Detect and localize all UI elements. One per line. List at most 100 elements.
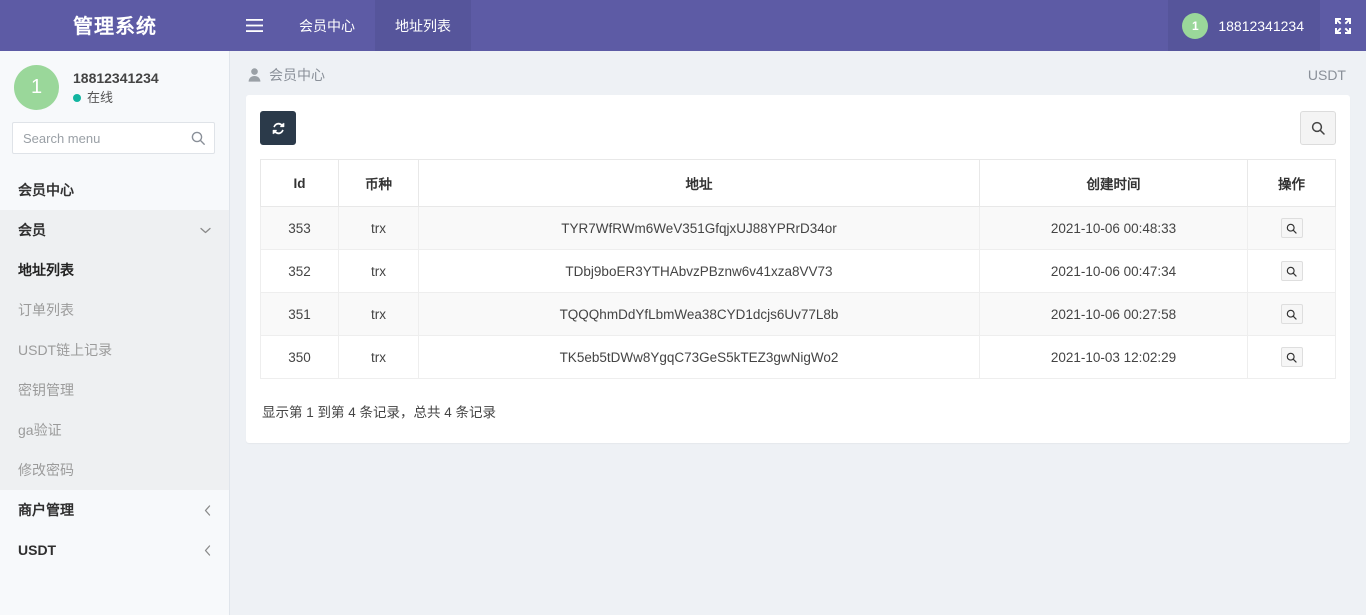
hamburger-icon (246, 19, 263, 32)
table-row: 352 trx TDbj9boER3YTHAbvzPBznw6v41xza8VV… (261, 250, 1336, 293)
sidebar-item-label: ga验证 (18, 421, 62, 439)
sidebar-item-label: USDT链上记录 (18, 341, 112, 359)
table-toolbar (260, 111, 1336, 145)
sidebar-item-label: 修改密码 (18, 461, 74, 479)
cell-id: 353 (261, 207, 339, 250)
breadcrumb-right-label: USDT (1308, 67, 1346, 83)
sidebar-user-status: 在线 (73, 89, 159, 107)
sidebar-group-label-merchant: 商户管理 (18, 501, 74, 519)
row-view-button[interactable] (1281, 261, 1303, 281)
row-view-button[interactable] (1281, 347, 1303, 367)
cell-id: 350 (261, 336, 339, 379)
row-view-button[interactable] (1281, 304, 1303, 324)
column-header-coin[interactable]: 币种 (339, 160, 419, 207)
sidebar-item-address-list[interactable]: 地址列表 (0, 250, 229, 290)
fullscreen-expand-icon (1335, 18, 1351, 34)
sidebar-item-key-management[interactable]: 密钥管理 (0, 370, 229, 410)
cell-coin: trx (339, 207, 419, 250)
sidebar-section-header: 会员中心 (0, 170, 229, 210)
nav-tab-member-center[interactable]: 会员中心 (279, 0, 375, 51)
sidebar-group-header-merchant[interactable]: 商户管理 (0, 490, 229, 530)
navbar-spacer (471, 0, 1168, 51)
search-icon (1311, 121, 1325, 135)
cell-action (1248, 336, 1336, 379)
cell-created: 2021-10-06 00:47:34 (980, 250, 1248, 293)
column-header-action: 操作 (1248, 160, 1336, 207)
fullscreen-button[interactable] (1320, 0, 1366, 51)
hamburger-menu-button[interactable] (230, 0, 279, 51)
cell-address: TYR7WfRWm6WeV351GfqjxUJ88YPRrD34or (419, 207, 980, 250)
sidebar-search-box[interactable] (12, 122, 215, 154)
cell-id: 351 (261, 293, 339, 336)
table-search-button[interactable] (1300, 111, 1336, 145)
sidebar-user-status-label: 在线 (87, 89, 113, 107)
table-body: 353 trx TYR7WfRWm6WeV351GfqjxUJ88YPRrD34… (261, 207, 1336, 379)
cell-coin: trx (339, 293, 419, 336)
cell-coin: trx (339, 336, 419, 379)
table-row: 351 trx TQQQhmDdYfLbmWea38CYD1dcjs6Uv77L… (261, 293, 1336, 336)
cell-created: 2021-10-06 00:27:58 (980, 293, 1248, 336)
cell-id: 352 (261, 250, 339, 293)
sidebar-group-header-member[interactable]: 会员 (0, 210, 229, 250)
online-status-dot-icon (73, 94, 81, 102)
sidebar-submenu-member: 地址列表 订单列表 USDT链上记录 密钥管理 ga验证 修 (0, 250, 229, 490)
sidebar-username: 18812341234 (73, 69, 159, 87)
row-view-button[interactable] (1281, 218, 1303, 238)
sidebar-group-member: 会员 地址列表 订单列表 USDT链上记录 (0, 210, 229, 490)
cell-action (1248, 250, 1336, 293)
sidebar-group-header-usdt[interactable]: USDT (0, 530, 229, 570)
sidebar-item-order-list[interactable]: 订单列表 (0, 290, 229, 330)
column-header-created[interactable]: 创建时间 (980, 160, 1248, 207)
cell-created: 2021-10-06 00:48:33 (980, 207, 1248, 250)
breadcrumb-current: 会员中心 (269, 65, 325, 85)
sidebar-menu: 会员中心 会员 地址列表 订单列表 (0, 170, 229, 570)
chevron-down-icon (200, 227, 211, 234)
sidebar: 1 18812341234 在线 会员中心 (0, 51, 230, 615)
table-row: 350 trx TK5eb5tDWw8YgqC73GeS5kTEZ3gwNigW… (261, 336, 1336, 379)
search-input[interactable] (13, 123, 214, 153)
cell-address: TDbj9boER3YTHAbvzPBznw6v41xza8VV73 (419, 250, 980, 293)
sidebar-item-ga-verification[interactable]: ga验证 (0, 410, 229, 450)
refresh-button[interactable] (260, 111, 296, 145)
chevron-left-icon (204, 505, 211, 516)
cell-action (1248, 207, 1336, 250)
column-header-address[interactable]: 地址 (419, 160, 980, 207)
cell-action (1248, 293, 1336, 336)
navbar-right-group: 1 18812341234 (1168, 0, 1366, 51)
nav-tab-address-list[interactable]: 地址列表 (375, 0, 471, 51)
sidebar-avatar: 1 (14, 65, 59, 110)
sidebar-group-label-member: 会员 (18, 221, 46, 239)
navbar-username: 18812341234 (1218, 18, 1304, 34)
column-header-id[interactable]: Id (261, 160, 339, 207)
navbar-left-group: 会员中心 地址列表 (230, 0, 471, 51)
sidebar-search-wrap (0, 122, 229, 154)
cell-address: TK5eb5tDWw8YgqC73GeS5kTEZ3gwNigWo2 (419, 336, 980, 379)
navbar-user-menu[interactable]: 1 18812341234 (1168, 0, 1320, 51)
sidebar-user-meta: 18812341234 在线 (73, 69, 159, 107)
top-navbar: 管理系统 会员中心 地址列表 1 18812341234 (0, 0, 1366, 51)
table-row: 353 trx TYR7WfRWm6WeV351GfqjxUJ88YPRrD34… (261, 207, 1336, 250)
sidebar-item-label: 密钥管理 (18, 381, 74, 399)
table-header-row: Id 币种 地址 创建时间 操作 (261, 160, 1336, 207)
sidebar-item-label: 地址列表 (18, 261, 74, 279)
cell-address: TQQQhmDdYfLbmWea38CYD1dcjs6Uv77L8b (419, 293, 980, 336)
breadcrumb: 会员中心 USDT (230, 51, 1366, 95)
cell-coin: trx (339, 250, 419, 293)
brand-logo[interactable]: 管理系统 (0, 0, 230, 51)
table-record-info: 显示第 1 到第 4 条记录，总共 4 条记录 (260, 401, 1336, 421)
sidebar-group-label-usdt: USDT (18, 541, 56, 559)
refresh-icon (271, 121, 286, 136)
app-root: 管理系统 会员中心 地址列表 1 18812341234 (0, 0, 1366, 615)
sidebar-user-panel: 1 18812341234 在线 (0, 51, 229, 122)
user-icon (248, 68, 261, 82)
sidebar-item-label: 订单列表 (18, 301, 74, 319)
table-card: Id 币种 地址 创建时间 操作 353 trx TYR7WfRWm6WeV35… (246, 95, 1350, 443)
sidebar-item-change-password[interactable]: 修改密码 (0, 450, 229, 490)
table-head: Id 币种 地址 创建时间 操作 (261, 160, 1336, 207)
main-content: 会员中心 USDT (230, 51, 1366, 615)
address-table: Id 币种 地址 创建时间 操作 353 trx TYR7WfRWm6WeV35… (260, 159, 1336, 379)
navbar-avatar: 1 (1182, 13, 1208, 39)
search-icon[interactable] (191, 131, 205, 145)
sidebar-item-usdt-chain-records[interactable]: USDT链上记录 (0, 330, 229, 370)
chevron-left-icon (204, 545, 211, 556)
